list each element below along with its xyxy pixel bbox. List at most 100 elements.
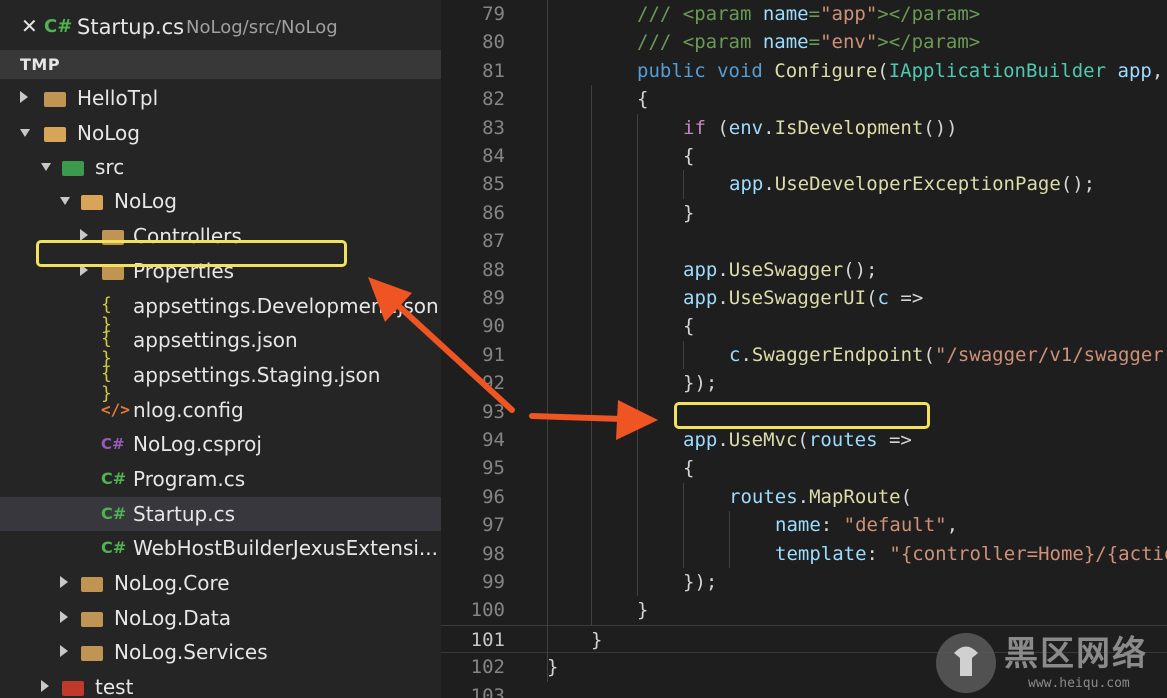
line-number: 93	[482, 400, 505, 423]
code-line[interactable]: 91 c.SwaggerEndpoint("/swagger/v1/swagger…	[441, 341, 1167, 369]
code-line[interactable]: 99});	[441, 568, 1167, 596]
tree-item-appsettings-development-json[interactable]: { } appsettings.Development.json	[0, 289, 441, 335]
xml-icon: </>	[101, 400, 130, 419]
tree-item-label: NoLog	[114, 189, 177, 213]
folder-src-icon	[62, 161, 84, 176]
tree-item-label: appsettings.Development.json	[133, 294, 439, 318]
line-number: 97	[482, 514, 505, 537]
code-line[interactable]: 92});	[441, 369, 1167, 397]
code-line[interactable]: 100}	[441, 596, 1167, 624]
line-number: 103	[470, 684, 505, 698]
code-text: {	[683, 314, 694, 338]
highlight-box-editor	[674, 402, 930, 429]
code-text: {	[637, 87, 648, 111]
line-number: 99	[482, 571, 505, 593]
code-token: public	[637, 59, 706, 82]
code-line[interactable]: 84 {	[441, 142, 1167, 170]
code-line[interactable]: 98 template: "{controller=Home}/{actio	[441, 540, 1167, 568]
folder-icon	[81, 577, 103, 592]
tree-item-hellotpl[interactable]: HelloTpl	[0, 81, 441, 115]
code-token: =	[808, 3, 821, 25]
code-token: =>	[888, 287, 924, 309]
code-token: MapRoute	[809, 485, 901, 508]
tree-item-startup-cs[interactable]: C# Startup.cs	[0, 497, 441, 531]
code-token: IsDevelopment	[774, 116, 924, 139]
code-token: UseDeveloperExceptionPage	[774, 173, 1061, 196]
folder-icon	[44, 92, 66, 107]
explorer-sidebar: ✕ C# Startup.cs NoLog/src/NoLog TMP Hell…	[0, 0, 441, 698]
tree-item-appsettings-staging-json[interactable]: { } appsettings.Staging.json	[0, 358, 441, 404]
code-line[interactable]: 95 {	[441, 454, 1167, 482]
code-token: .	[740, 343, 752, 366]
chevron-right-icon[interactable]	[60, 611, 68, 623]
code-line[interactable]: 79 /// <param name="app"></param>	[441, 0, 1167, 28]
chevron-down-icon[interactable]	[20, 129, 30, 137]
code-token: =>	[877, 429, 912, 451]
line-number: 95	[482, 457, 505, 480]
code-text: app.UseDeveloperExceptionPage();	[729, 172, 1095, 196]
code-token: void	[717, 59, 763, 82]
explorer-section-header[interactable]: TMP	[0, 50, 441, 79]
tree-item-nolog-core[interactable]: NoLog.Core	[0, 566, 441, 600]
code-line[interactable]: 87	[441, 227, 1167, 255]
code-line[interactable]: 97 name: "default",	[441, 511, 1167, 539]
code-editor[interactable]: 79/// <param name="app"></param> 80/// <p…	[441, 0, 1167, 698]
code-token: app	[1117, 59, 1152, 82]
chevron-down-icon[interactable]	[41, 163, 51, 171]
code-token: }	[683, 201, 695, 224]
code-text: }	[637, 598, 648, 622]
code-line[interactable]: 94 app.UseMvc(routes =>	[441, 426, 1167, 454]
line-number: 89	[482, 287, 505, 309]
code-line[interactable]: 89 app.UseSwaggerUI(c =>	[441, 284, 1167, 312]
chevron-right-icon[interactable]	[60, 576, 68, 588]
code-text: name: "default",	[775, 513, 958, 537]
code-line[interactable]: 80 /// <param name="env"></param>	[441, 28, 1167, 56]
tree-item-webhostbuilderjexusextensi[interactable]: C# WebHostBuilderJexusExtensi...	[0, 531, 441, 565]
indent-guide	[547, 0, 548, 682]
code-line[interactable]: 86}	[441, 199, 1167, 227]
code-line[interactable]: 83 if (env.IsDevelopment())	[441, 114, 1167, 142]
line-number: 81	[482, 59, 505, 82]
code-text: if (env.IsDevelopment())	[683, 116, 958, 140]
code-token: (	[797, 429, 809, 451]
chevron-down-icon[interactable]	[60, 197, 70, 205]
tree-item-appsettings-json[interactable]: { } appsettings.json	[0, 323, 441, 369]
code-token: app	[729, 173, 764, 196]
tree-item-nolog-services[interactable]: NoLog.Services	[0, 635, 441, 669]
code-token: :	[820, 514, 844, 537]
tree-item-program-cs[interactable]: C# Program.cs	[0, 462, 441, 496]
code-line[interactable]: 96 routes.MapRoute(	[441, 483, 1167, 511]
code-token: {	[683, 315, 695, 338]
indent-guide	[637, 113, 638, 597]
site-watermark: 黑区网络 www.heiqu.com	[932, 628, 1167, 698]
tree-item-nolog[interactable]: NoLog	[0, 184, 441, 218]
chevron-right-icon[interactable]	[41, 680, 49, 692]
tree-item-nolog-data[interactable]: NoLog.Data	[0, 601, 441, 635]
chevron-right-icon[interactable]	[20, 91, 28, 103]
highlight-box-sidebar	[36, 240, 347, 267]
code-token: ())	[923, 116, 958, 139]
code-token: {	[683, 145, 695, 167]
indent-guide	[729, 511, 730, 568]
tree-item-test[interactable]: test	[0, 670, 441, 698]
code-line[interactable]: 81 public void Configure(IApplicationBuil…	[441, 57, 1167, 85]
code-line[interactable]: 88 app.UseSwagger();	[441, 256, 1167, 284]
tree-item-label: NoLog.csproj	[133, 432, 262, 456]
open-editor-item[interactable]: ✕ C# Startup.cs NoLog/src/NoLog	[0, 0, 441, 50]
code-token: .	[717, 429, 729, 451]
chevron-right-icon[interactable]	[60, 645, 68, 657]
section-title: TMP	[20, 55, 61, 74]
code-token: ///	[637, 3, 683, 25]
line-number: 79	[482, 3, 505, 25]
close-icon[interactable]: ✕	[21, 16, 38, 36]
code-line[interactable]: 90 {	[441, 312, 1167, 340]
tree-item-nolog-csproj[interactable]: C# NoLog.csproj	[0, 427, 441, 461]
tree-item-src[interactable]: src	[0, 150, 441, 184]
code-line[interactable]: 82 {	[441, 85, 1167, 113]
tree-item-nlog-config[interactable]: </> nlog.config	[0, 393, 441, 427]
tree-item-nolog[interactable]: NoLog	[0, 116, 441, 150]
code-line[interactable]: 85 app.UseDeveloperExceptionPage();	[441, 170, 1167, 198]
